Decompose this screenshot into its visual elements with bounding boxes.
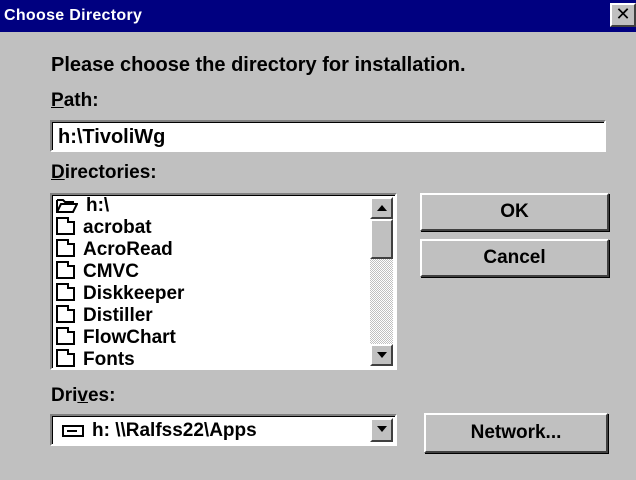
folder-icon — [56, 261, 75, 279]
path-label: Path: — [51, 90, 99, 111]
directories-list[interactable]: h:\ acrobat AcroRead CMVC Diskkeeper Dis… — [50, 193, 397, 370]
list-item-label: Fonts — [83, 349, 135, 370]
folder-icon — [56, 283, 75, 301]
list-item[interactable]: acrobat — [56, 217, 152, 239]
list-item-label: AcroRead — [83, 239, 173, 260]
list-item-label: acrobat — [83, 217, 152, 238]
folder-icon — [56, 217, 75, 235]
path-input-value: h:\TivoliWg — [58, 126, 166, 148]
list-item[interactable]: CMVC — [56, 261, 139, 283]
open-folder-icon — [56, 199, 78, 213]
scroll-down-icon — [377, 352, 387, 358]
cancel-button[interactable]: Cancel — [420, 239, 609, 277]
directories-scrollbar[interactable] — [370, 197, 393, 366]
scroll-down-button[interactable] — [370, 344, 393, 366]
folder-icon — [56, 305, 75, 323]
list-item[interactable]: Distiller — [56, 305, 153, 327]
drives-label: Drives: — [51, 385, 116, 406]
list-item-label: Diskkeeper — [83, 283, 185, 304]
dropdown-arrow-button[interactable] — [370, 418, 393, 442]
list-item[interactable]: Diskkeeper — [56, 283, 184, 305]
directories-label: Directories: — [51, 162, 157, 183]
list-item-root[interactable]: h:\ — [56, 195, 109, 217]
folder-icon — [56, 327, 75, 345]
window-title: Choose Directory — [4, 7, 143, 24]
list-item[interactable]: Fonts — [56, 349, 135, 370]
list-item[interactable]: FlowChart — [56, 327, 176, 349]
list-item-label: h:\ — [86, 195, 110, 216]
network-button[interactable]: Network... — [424, 413, 608, 453]
scroll-up-button[interactable] — [370, 197, 393, 219]
list-item-label: FlowChart — [83, 327, 176, 348]
folder-icon — [56, 349, 75, 367]
close-icon[interactable]: ✕ — [610, 3, 636, 27]
path-input[interactable]: h:\TivoliWg — [50, 120, 606, 152]
network-drive-icon — [62, 425, 84, 437]
scroll-up-icon — [377, 205, 387, 211]
instruction-text: Please choose the directory for installa… — [51, 54, 466, 76]
title-bar: Choose Directory ✕ — [0, 0, 636, 32]
list-item-label: Distiller — [83, 305, 153, 326]
list-item[interactable]: AcroRead — [56, 239, 173, 261]
dropdown-arrow-icon — [377, 426, 387, 432]
folder-icon — [56, 239, 75, 257]
list-item-label: CMVC — [83, 261, 139, 282]
drives-dropdown[interactable]: h: \\Ralfss22\Apps — [50, 414, 397, 446]
ok-button[interactable]: OK — [420, 193, 609, 231]
scroll-thumb[interactable] — [370, 219, 393, 259]
drives-selected-value: h: \\Ralfss22\Apps — [92, 420, 257, 441]
